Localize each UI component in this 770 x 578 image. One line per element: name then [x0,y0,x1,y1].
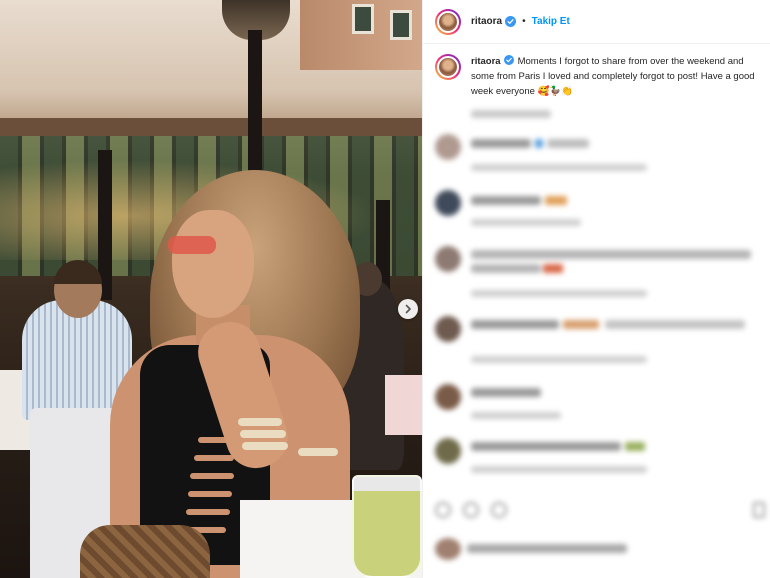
post-sidebar: ritaora • Takip Et ritaora Moments I forg… [422,0,770,578]
caption: ritaora Moments I forgot to share from ov… [435,54,765,99]
sunglasses [168,236,216,254]
caption-avatar[interactable] [435,54,461,80]
post-header: ritaora • Takip Et [423,0,770,44]
likes-line [467,544,627,553]
post-photo[interactable] [0,0,422,578]
patterned-skirt [80,525,210,578]
chevron-right-icon [405,304,411,314]
bracelet [242,442,288,450]
bracelet [298,448,338,456]
separator-dot: • [522,16,526,27]
building-facade [300,0,422,70]
verified-badge-icon [505,16,517,27]
woman-face [172,210,254,318]
next-image-button[interactable] [398,299,418,319]
caption-meta [471,110,551,118]
bracelet [240,430,286,438]
bracelet [238,418,282,426]
caption-username[interactable]: ritaora [471,56,501,67]
follow-button[interactable]: Takip Et [532,16,570,27]
avatar[interactable] [435,8,461,35]
table [385,375,422,435]
awning-edge [0,118,422,136]
drink-glass [352,475,422,578]
post-actions [435,502,765,524]
caption-text: ritaora Moments I forgot to share from ov… [471,54,763,99]
lamp-post [248,30,262,180]
verified-badge-icon [503,55,514,65]
username-link[interactable]: ritaora [471,16,502,27]
likes-avatar [435,538,461,560]
